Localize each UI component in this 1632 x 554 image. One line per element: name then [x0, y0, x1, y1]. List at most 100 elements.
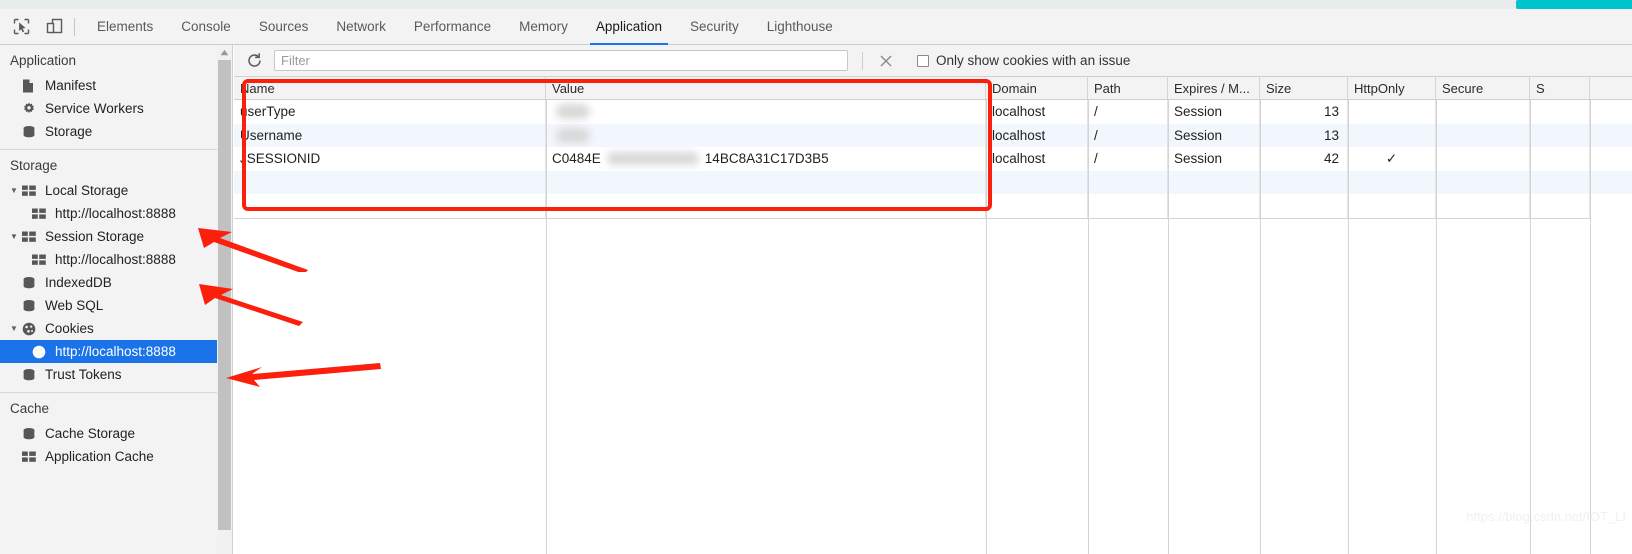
tab-security[interactable]: Security	[676, 9, 753, 45]
filter-input[interactable]	[274, 50, 848, 71]
scrollbar-thumb[interactable]	[218, 60, 231, 530]
scroll-up-arrow-icon[interactable]	[217, 45, 232, 59]
sidebar-item-web-sql[interactable]: Web SQL	[0, 294, 218, 317]
column-separator[interactable]	[1168, 100, 1169, 554]
column-header-httponly[interactable]: HttpOnly	[1348, 77, 1436, 99]
chevron-down-icon[interactable]: ▼	[8, 186, 20, 195]
database-icon	[22, 427, 39, 441]
table-row[interactable]	[234, 194, 1632, 218]
sidebar-item-http-localhost-8888[interactable]: http://localhost:8888	[0, 248, 218, 271]
cell-expires: Session	[1168, 147, 1260, 171]
cookies-filter-toolbar: Only show cookies with an issue	[234, 45, 1632, 77]
sidebar-item-label: Local Storage	[45, 182, 129, 198]
column-separator[interactable]	[1436, 100, 1437, 554]
column-separator[interactable]	[546, 100, 547, 554]
tab-memory[interactable]: Memory	[505, 9, 582, 45]
sidebar-item-label: Storage	[45, 123, 93, 139]
table-icon	[22, 230, 39, 244]
only-issue-cookies-checkbox-row[interactable]: Only show cookies with an issue	[917, 53, 1130, 68]
cell-expires: Session	[1168, 123, 1260, 147]
cell-httponly	[1348, 194, 1436, 218]
column-separator[interactable]	[1260, 100, 1261, 554]
redacted-value-block	[556, 127, 590, 143]
column-header-name[interactable]: Name	[234, 77, 546, 99]
device-toolbar-icon[interactable]	[42, 15, 68, 39]
sidebar-item-label: IndexedDB	[45, 274, 112, 290]
sidebar-item-http-localhost-8888[interactable]: http://localhost:8888	[0, 202, 218, 225]
cell-domain: localhost	[986, 123, 1088, 147]
column-header-size[interactable]: Size	[1260, 77, 1348, 99]
tab-network[interactable]: Network	[322, 9, 400, 45]
cell-domain: localhost	[986, 100, 1088, 124]
sidebar-item-service-workers[interactable]: Service Workers	[0, 97, 218, 120]
tab-performance[interactable]: Performance	[400, 9, 505, 45]
cell-path: /	[1088, 147, 1168, 171]
tab-lighthouse[interactable]: Lighthouse	[753, 9, 847, 45]
cell-httponly	[1348, 123, 1436, 147]
only-issue-cookies-checkbox[interactable]	[917, 54, 929, 67]
toolbar-separator	[74, 17, 75, 36]
column-header-expires[interactable]: Expires / M...	[1168, 77, 1260, 99]
clear-icon[interactable]	[875, 50, 897, 72]
database-icon	[22, 125, 39, 139]
sidebar-item-indexeddb[interactable]: IndexedDB	[0, 271, 218, 294]
column-separator[interactable]	[1590, 100, 1591, 554]
redacted-value-block	[556, 104, 590, 120]
sidebar-item-label: Application Cache	[45, 448, 154, 464]
table-row[interactable]	[234, 170, 1632, 194]
cell-secure	[1436, 147, 1530, 171]
sidebar-item-application-cache[interactable]: Application Cache	[0, 445, 218, 468]
devtools-window: Elements Console Sources Network Performance…	[0, 0, 1632, 554]
column-separator[interactable]	[986, 100, 987, 554]
chevron-down-icon[interactable]: ▼	[8, 324, 20, 333]
inspect-element-icon[interactable]	[8, 15, 34, 39]
database-icon	[22, 276, 39, 290]
cell-name	[234, 170, 546, 194]
sidebar-item-http-localhost-8888[interactable]: http://localhost:8888	[0, 340, 218, 363]
sidebar-item-trust-tokens[interactable]: Trust Tokens	[0, 363, 218, 386]
cell-expires: Session	[1168, 100, 1260, 124]
refresh-icon[interactable]	[240, 47, 268, 75]
database-icon	[22, 368, 39, 382]
column-header-domain[interactable]: Domain	[986, 77, 1088, 99]
sidebar-item-local-storage[interactable]: ▼ Local Storage	[0, 179, 218, 202]
cell-samesite	[1530, 170, 1590, 194]
sidebar-item-session-storage[interactable]: ▼ Session Storage	[0, 225, 218, 248]
cell-samesite	[1530, 100, 1590, 124]
sidebar-scrollbar[interactable]	[217, 45, 232, 554]
cookie-icon	[32, 345, 49, 359]
sidebar-item-label: http://localhost:8888	[55, 205, 176, 221]
table-row[interactable]: Username localhost / Session 13	[234, 123, 1632, 147]
column-header-secure[interactable]: Secure	[1436, 77, 1530, 99]
tab-elements[interactable]: Elements	[83, 9, 167, 45]
tab-sources[interactable]: Sources	[245, 9, 323, 45]
sidebar-item-storage[interactable]: Storage	[0, 120, 218, 143]
cookies-grid-body: userType localhost / Session 13 Username local…	[234, 100, 1632, 218]
chevron-down-icon[interactable]: ▼	[8, 232, 20, 241]
tab-console[interactable]: Console	[167, 9, 245, 45]
sidebar-item-label: Session Storage	[45, 228, 145, 244]
table-row[interactable]: userType localhost / Session 13	[234, 100, 1632, 124]
sidebar-item-label: Cookies	[45, 320, 94, 336]
tab-application[interactable]: Application	[582, 9, 676, 45]
cookies-data-grid: Name Value Domain Path Expires / M... Size Htt…	[234, 77, 1632, 554]
cell-httponly	[1348, 100, 1436, 124]
column-separator[interactable]	[1530, 100, 1531, 554]
column-separator[interactable]	[1088, 100, 1089, 554]
cell-secure	[1436, 123, 1530, 147]
cell-domain: localhost	[986, 147, 1088, 171]
column-separator[interactable]	[1348, 100, 1349, 554]
table-row[interactable]: JSESSIONID C0484E 14BC8A31C17D3B5 localhost…	[234, 147, 1632, 171]
cell-path	[1088, 194, 1168, 218]
sidebar-item-manifest[interactable]: Manifest	[0, 74, 218, 97]
column-header-path[interactable]: Path	[1088, 77, 1168, 99]
column-header-samesite[interactable]: S	[1530, 77, 1590, 99]
cell-domain	[986, 170, 1088, 194]
sidebar-item-cookies[interactable]: ▼ Cookies	[0, 317, 218, 340]
table-icon	[32, 207, 49, 221]
column-header-value[interactable]: Value	[546, 77, 986, 99]
cell-samesite	[1530, 147, 1590, 171]
redacted-value-block	[606, 152, 699, 166]
sidebar-item-label: http://localhost:8888	[55, 251, 176, 267]
sidebar-item-cache-storage[interactable]: Cache Storage	[0, 422, 218, 445]
